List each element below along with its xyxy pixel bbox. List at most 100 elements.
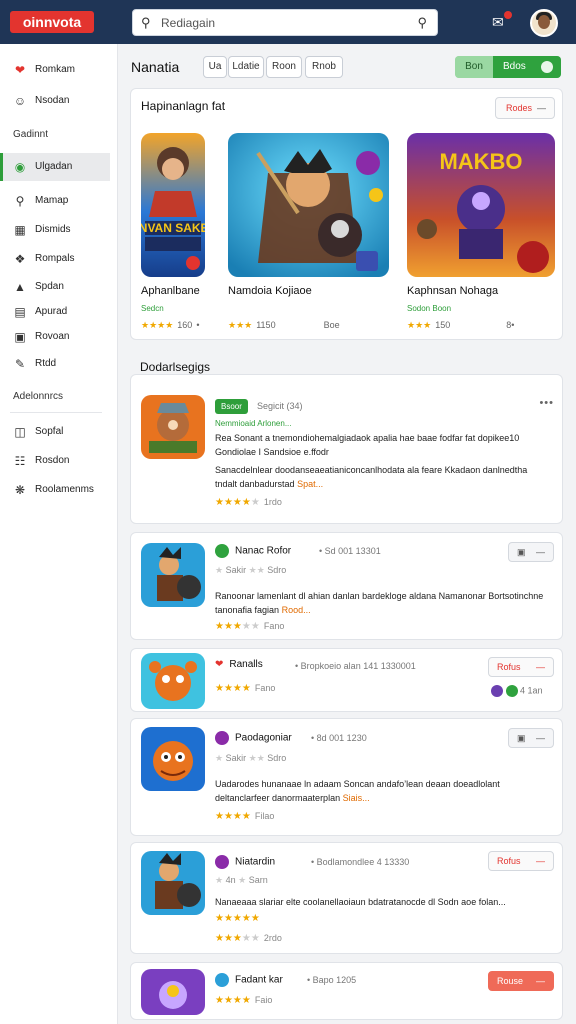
view-toggle[interactable]: Bon Bdos [455, 56, 561, 78]
box-icon: ◫ [14, 425, 26, 439]
featured-card[interactable]: MAKBO Kaphnsan Nohaga Sodon Boon ★★★ 150 8… [407, 133, 557, 338]
review-count: 2rdo [263, 933, 282, 943]
more-icon: — [536, 976, 545, 986]
cover-title-text: MNVAN SAKER [141, 221, 205, 235]
sidebar-item-sopfal[interactable]: ◫ Sopfal [0, 418, 118, 446]
avatar[interactable] [530, 9, 558, 37]
review-meta: • 8d 001 1230 [311, 733, 367, 743]
list-item[interactable]: Nanac Rofor • Sd 001 13301 ▣ — ★ Sakir ★★… [130, 532, 563, 640]
note-icon: ✎ [14, 357, 26, 371]
sidebar-item-nsodan[interactable]: ☺ Nsodan [0, 87, 118, 115]
featured-card[interactable]: Namdoia Kojiaoe ★★★ 1150 Boe [228, 133, 392, 338]
review-text-body: Sanacdelnlear doodanseaeatianiconcanlhod… [215, 465, 528, 489]
list-item[interactable]: Fadant kar • Bapo 1205 ★★★★ Faio Rouse — [130, 962, 563, 1020]
sidebar-item-rosdon[interactable]: ☷ Rosdon [0, 447, 118, 475]
settings-icon: ❋ [14, 483, 26, 497]
game-cover-art [228, 133, 389, 277]
sidebar-item-roolamenms[interactable]: ❋ Roolamenms [0, 476, 118, 504]
filter-button[interactable]: Roon [266, 56, 302, 78]
action-button[interactable]: ▣ — [508, 728, 554, 748]
game-cover-art: MNVAN SAKER [141, 133, 205, 277]
list-item[interactable]: ❤ Ranalls • Bropkoeio alan 141 1330001 ★★… [130, 648, 563, 712]
read-more-link[interactable]: Spat... [297, 479, 323, 489]
review-sub-label: Sakir [225, 565, 247, 575]
main-content: Nanatia Ua Ldatie Roon Rnob Bon Bdos Hap… [118, 44, 576, 1024]
sidebar-item-label: Rosdon [35, 455, 70, 466]
featured-card[interactable]: MNVAN SAKER Aphanlbane Sedcn ★★★★160• [141, 133, 209, 338]
chat-icon: ◉ [14, 160, 26, 174]
list-item[interactable]: Bsoor Segicit (34) ••• Nemmioaid Arlonen… [130, 374, 563, 524]
search-bar[interactable]: ⚲ Rediagain ⚲ [132, 9, 438, 36]
filter-button[interactable]: Ua [203, 56, 227, 78]
inbox-icon: ▤ [14, 305, 26, 319]
sidebar-item-label: Rtdd [35, 358, 57, 369]
calendar-icon: ☷ [14, 454, 26, 468]
review-text: Uadarodes hunanaae ln adaam Soncan andaf… [215, 777, 545, 805]
more-options-icon[interactable]: ••• [539, 397, 554, 409]
sidebar-item-rtdd[interactable]: ✎ Rtdd [0, 350, 118, 378]
sidebar-item-apurad[interactable]: ▤ Apurad [0, 298, 118, 326]
game-rating: ★★★ 150 8• [407, 320, 515, 330]
badge-icon [215, 544, 229, 558]
sidebar-item-label: Dismids [35, 224, 71, 235]
platform-icons: 4 1an [491, 685, 543, 697]
toggle-knob [541, 61, 553, 73]
sidebar-item-label: Sopfal [35, 426, 64, 437]
toggle-left-label[interactable]: Bon [455, 56, 493, 78]
sidebar-item-spdan[interactable]: ▲ Spdan [0, 273, 118, 301]
sidebar-item-romkam[interactable]: ❤ Romkam [0, 56, 118, 84]
review-sub: ★ 4n ★ Sarn [215, 875, 268, 885]
user-icon: ☺ [13, 94, 27, 108]
sidebar-item-dismids[interactable]: ▦ Dismids [0, 216, 118, 244]
review-count: 1rdo [263, 497, 282, 507]
search-submit-icon[interactable]: ⚲ [417, 15, 427, 31]
sidebar-item-rovoan[interactable]: ▣ Rovoan [0, 323, 118, 351]
more-icon: — [537, 103, 546, 113]
read-more-link[interactable]: Rood... [282, 605, 311, 615]
game-icon [141, 969, 205, 1015]
sidebar-item-label: Romkam [35, 64, 76, 75]
review-rating: ★★★★ Filao [215, 811, 275, 822]
filter-button[interactable]: Ldatie [228, 56, 264, 78]
review-title: Fadant kar [215, 973, 283, 987]
sidebar-item-label: Ulgadan [35, 161, 73, 172]
platform-icon [505, 685, 518, 697]
action-button[interactable]: Rofus — [488, 851, 554, 871]
review-text: Rea Sonant a tnemondiohemalgiadaok apali… [215, 433, 520, 457]
review-sub-label-2: Sarn [248, 875, 268, 885]
toggle-right-label[interactable]: Bdos [493, 56, 561, 78]
action-button-label: Rofus [497, 662, 521, 672]
rating-count: 1150 [256, 320, 276, 330]
game-genre: Sodon Boon [407, 304, 452, 313]
read-more-link[interactable]: Siais... [343, 793, 370, 803]
review-title: ❤ Ranalls [215, 659, 263, 670]
search-input[interactable]: Rediagain [161, 16, 215, 30]
sidebar: ❤ Romkam ☺ Nsodan Gadinnt ◉ Ulgadan ⚲ Ma… [0, 44, 118, 1024]
review-sub: ★ Sakir ★★ Sdro [215, 753, 287, 763]
featured-more-button[interactable]: Rodes — [495, 97, 555, 119]
featured-heading: Hapinanlagn fat [141, 99, 226, 113]
sidebar-item-mamap[interactable]: ⚲ Mamap [0, 187, 118, 215]
badge-icon [215, 973, 229, 987]
review-rating: ★★★★ Faio [215, 995, 273, 1006]
action-button-label: Rofus [497, 856, 521, 866]
game-icon [141, 727, 205, 791]
more-icon: — [536, 856, 545, 866]
action-button[interactable]: Rouse — [488, 971, 554, 991]
sidebar-item-ulgadan[interactable]: ◉ Ulgadan [0, 153, 110, 181]
sidebar-item-label: Rompals [35, 253, 75, 264]
filter-button[interactable]: Rnob [305, 56, 343, 78]
action-button[interactable]: Rofus — [488, 657, 554, 677]
list-item[interactable]: Niatardin • Bodlamondlee 4 13330 Rofus — … [130, 842, 563, 954]
app-logo[interactable]: oinnvota [10, 11, 94, 33]
sidebar-item-rompals[interactable]: ❖ Rompals [0, 245, 118, 273]
notification-icon[interactable]: ✉ [492, 11, 512, 32]
review-count: Fano [254, 683, 276, 693]
review-sub-label: Sakir [225, 753, 247, 763]
sidebar-divider [10, 412, 102, 413]
rating-count: 160 [177, 320, 193, 330]
list-item[interactable]: Paodagoniar • 8d 001 1230 ▣ — ★ Sakir ★★ … [130, 718, 563, 836]
review-rating: ★★★★★ 2rdo [215, 933, 282, 944]
action-button[interactable]: ▣ — [508, 542, 554, 562]
review-sub-label: 4n [225, 875, 236, 885]
